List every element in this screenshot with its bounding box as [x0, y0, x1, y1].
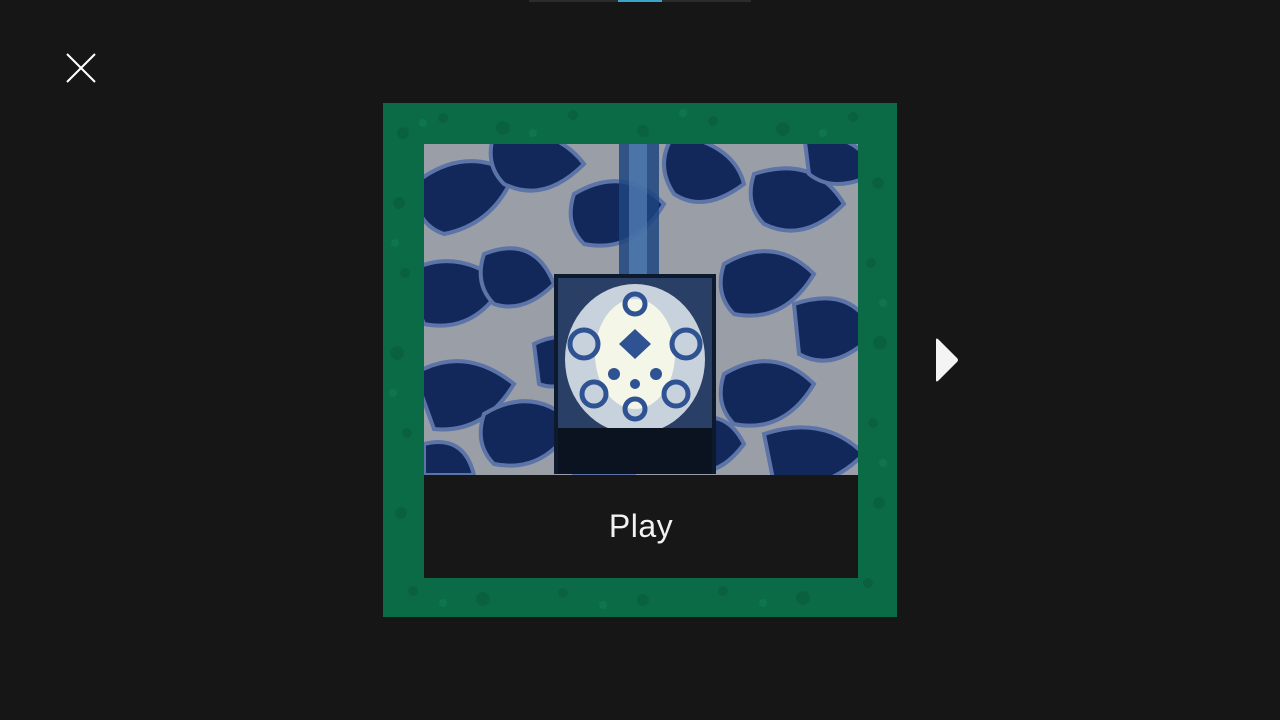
- page-indicator-active: [618, 0, 662, 2]
- chevron-right-icon: [936, 338, 958, 382]
- close-icon: [66, 53, 96, 83]
- play-label: Play: [608, 508, 674, 544]
- page-indicator: [529, 0, 751, 2]
- close-button[interactable]: [62, 49, 100, 87]
- level-card[interactable]: Play: [383, 103, 897, 617]
- play-button[interactable]: Play: [424, 475, 858, 578]
- level-thumbnail: [424, 144, 858, 475]
- next-level-button[interactable]: [930, 336, 962, 384]
- game-level-select-screen: Play: [0, 0, 1280, 720]
